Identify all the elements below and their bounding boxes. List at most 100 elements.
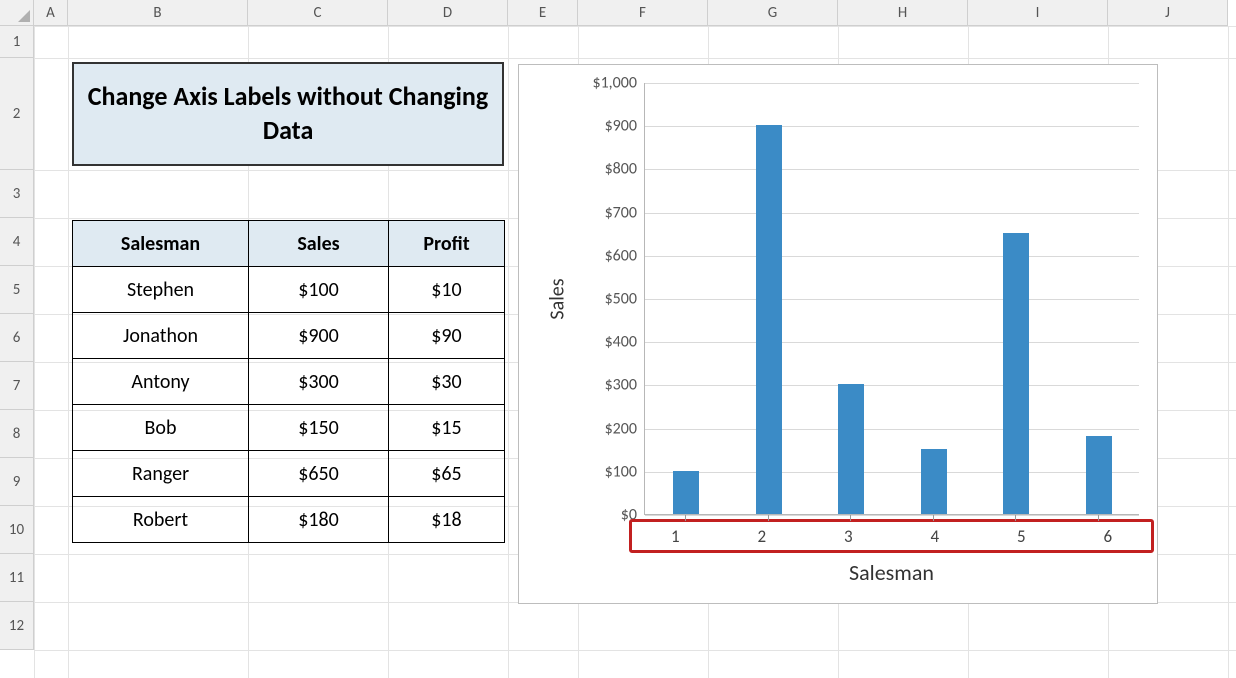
chart-gridline: [645, 83, 1139, 84]
chart-gridline: [645, 515, 1139, 516]
title-text: Change Axis Labels without Changing Data: [84, 80, 492, 148]
chart-y-tick-label: $700: [605, 203, 637, 222]
cell-salesman[interactable]: Robert: [73, 497, 249, 543]
table-row[interactable]: Ranger$650$65: [73, 451, 505, 497]
chart-y-axis-title[interactable]: Sales: [546, 278, 570, 319]
row-header-3[interactable]: 3: [0, 170, 34, 218]
chart-y-tick-label: $1,000: [592, 74, 637, 93]
data-table[interactable]: Salesman Sales Profit Stephen$100$10Jona…: [72, 220, 505, 543]
table-header-sales[interactable]: Sales: [249, 221, 389, 267]
cell-profit[interactable]: $15: [389, 405, 505, 451]
chart-x-tick-label[interactable]: 1: [632, 522, 719, 550]
chart-y-tick-label: $300: [605, 376, 637, 395]
row-header-10[interactable]: 10: [0, 506, 34, 554]
row-header-5[interactable]: 5: [0, 266, 34, 314]
column-header-I[interactable]: I: [968, 0, 1108, 26]
chart-bar[interactable]: [1003, 233, 1029, 514]
column-header-J[interactable]: J: [1108, 0, 1228, 26]
chart-object[interactable]: Sales $0$100$200$300$400$500$600$700$800…: [518, 64, 1158, 604]
chart-y-tick-label: $800: [605, 160, 637, 179]
chart-x-tick-mark: [685, 515, 686, 521]
column-header-C[interactable]: C: [248, 0, 388, 26]
cell-sales[interactable]: $150: [249, 405, 389, 451]
cell-sales[interactable]: $900: [249, 313, 389, 359]
cell-sales[interactable]: $650: [249, 451, 389, 497]
row-header-11[interactable]: 11: [0, 554, 34, 602]
chart-gridline: [645, 256, 1139, 257]
chart-y-tick-label: $500: [605, 290, 637, 309]
table-row[interactable]: Bob$150$15: [73, 405, 505, 451]
chart-x-tick-label[interactable]: 5: [978, 522, 1065, 550]
chart-x-tick-label[interactable]: 2: [719, 522, 806, 550]
row-header-6[interactable]: 6: [0, 314, 34, 362]
chart-y-tick-label: $200: [605, 419, 637, 438]
chart-gridline: [645, 126, 1139, 127]
chart-bar[interactable]: [673, 471, 699, 514]
row-header-8[interactable]: 8: [0, 410, 34, 458]
chart-x-tick-label[interactable]: 6: [1065, 522, 1152, 550]
chart-gridline: [645, 342, 1139, 343]
column-header-A[interactable]: A: [34, 0, 68, 26]
row-header-9[interactable]: 9: [0, 458, 34, 506]
column-header-B[interactable]: B: [68, 0, 248, 26]
chart-x-axis-labels-highlight[interactable]: 123456: [629, 519, 1154, 553]
chart-bar[interactable]: [921, 449, 947, 514]
table-header-profit[interactable]: Profit: [389, 221, 505, 267]
chart-x-axis-title[interactable]: Salesman: [644, 559, 1139, 586]
chart-x-tick-mark: [1098, 515, 1099, 521]
column-header-E[interactable]: E: [508, 0, 578, 26]
chart-bar[interactable]: [756, 125, 782, 514]
chart-gridline: [645, 429, 1139, 430]
chart-gridline: [645, 213, 1139, 214]
cell-salesman[interactable]: Stephen: [73, 267, 249, 313]
table-row[interactable]: Jonathon$900$90: [73, 313, 505, 359]
chart-x-tick-mark: [768, 515, 769, 521]
chart-x-tick-mark: [850, 515, 851, 521]
cell-salesman[interactable]: Jonathon: [73, 313, 249, 359]
chart-gridline: [645, 472, 1139, 473]
cell-salesman[interactable]: Ranger: [73, 451, 249, 497]
cell-profit[interactable]: $30: [389, 359, 505, 405]
cell-sales[interactable]: $180: [249, 497, 389, 543]
table-row[interactable]: Antony$300$30: [73, 359, 505, 405]
cell-salesman[interactable]: Antony: [73, 359, 249, 405]
row-header-7[interactable]: 7: [0, 362, 34, 410]
cell-profit[interactable]: $90: [389, 313, 505, 359]
column-header-H[interactable]: H: [838, 0, 968, 26]
chart-y-tick-label: $100: [605, 462, 637, 481]
table-row[interactable]: Stephen$100$10: [73, 267, 505, 313]
select-all-corner[interactable]: [0, 0, 34, 26]
row-header-2[interactable]: 2: [0, 58, 34, 170]
column-header-G[interactable]: G: [708, 0, 838, 26]
table-row[interactable]: Robert$180$18: [73, 497, 505, 543]
chart-x-tick-label[interactable]: 4: [892, 522, 979, 550]
column-header-D[interactable]: D: [388, 0, 508, 26]
chart-bar[interactable]: [1086, 436, 1112, 514]
chart-gridline: [645, 299, 1139, 300]
cell-salesman[interactable]: Bob: [73, 405, 249, 451]
chart-y-tick-label: $600: [605, 246, 637, 265]
chart-y-tick-label: $400: [605, 333, 637, 352]
chart-gridline: [645, 169, 1139, 170]
cell-profit[interactable]: $65: [389, 451, 505, 497]
title-merged-cell[interactable]: Change Axis Labels without Changing Data: [72, 62, 504, 166]
cell-sales[interactable]: $300: [249, 359, 389, 405]
row-header-1[interactable]: 1: [0, 26, 34, 58]
row-headers: 123456789101112: [0, 26, 34, 650]
chart-bar[interactable]: [838, 384, 864, 514]
table-header-salesman[interactable]: Salesman: [73, 221, 249, 267]
column-headers: ABCDEFGHIJ: [0, 0, 1228, 26]
cell-profit[interactable]: $10: [389, 267, 505, 313]
chart-gridline: [645, 385, 1139, 386]
worksheet[interactable]: ABCDEFGHIJ 123456789101112 Change Axis L…: [0, 0, 1236, 678]
cell-sales[interactable]: $100: [249, 267, 389, 313]
row-header-12[interactable]: 12: [0, 602, 34, 650]
row-header-4[interactable]: 4: [0, 218, 34, 266]
chart-x-tick-mark: [1015, 515, 1016, 521]
grid-area[interactable]: Change Axis Labels without Changing Data…: [34, 26, 1236, 678]
column-header-F[interactable]: F: [578, 0, 708, 26]
cell-profit[interactable]: $18: [389, 497, 505, 543]
chart-plot-area[interactable]: $0$100$200$300$400$500$600$700$800$900$1…: [644, 83, 1139, 515]
select-all-triangle-icon: [18, 10, 30, 22]
chart-x-tick-label[interactable]: 3: [805, 522, 892, 550]
